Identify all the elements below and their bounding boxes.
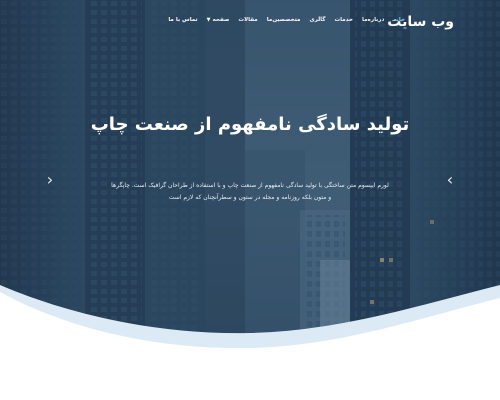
chevron-left-icon: ‹ [46,170,54,189]
nav-item-contact[interactable]: تماس با ما [168,17,197,23]
nav-item-pages-label: صفحه [212,17,230,23]
nav-item-pages-dropdown[interactable]: صفحه ▼ [207,17,230,23]
nav-item-about[interactable]: درباره‌ما [362,17,384,23]
page: وب سایت خانه درباره‌ما خدمات گالری متخصص… [0,0,500,400]
hero-slider: وب سایت خانه درباره‌ما خدمات گالری متخصص… [0,0,500,400]
slider-next-button[interactable]: › [442,170,458,190]
hero-description: لورم ایپسوم متن ساختگی با تولید سادگی نا… [111,182,389,201]
nav-item-home[interactable]: خانه [393,17,405,23]
nav-item-experts[interactable]: متخصصین‌ما [267,17,301,23]
chevron-down-icon: ▼ [206,16,211,23]
nav-item-services[interactable]: خدمات [335,17,353,23]
nav-item-gallery[interactable]: گالری [309,17,325,23]
slider-prev-button[interactable]: ‹ [42,170,58,190]
hero-title: تولید سادگی نامفهوم از صنعت چاپ [90,114,410,135]
site-header: وب سایت خانه درباره‌ما خدمات گالری متخصص… [0,0,500,50]
main-nav: خانه درباره‌ما خدمات گالری متخصصین‌ما مق… [168,17,405,23]
chevron-right-icon: › [446,170,454,189]
nav-item-articles[interactable]: مقالات [238,17,257,23]
